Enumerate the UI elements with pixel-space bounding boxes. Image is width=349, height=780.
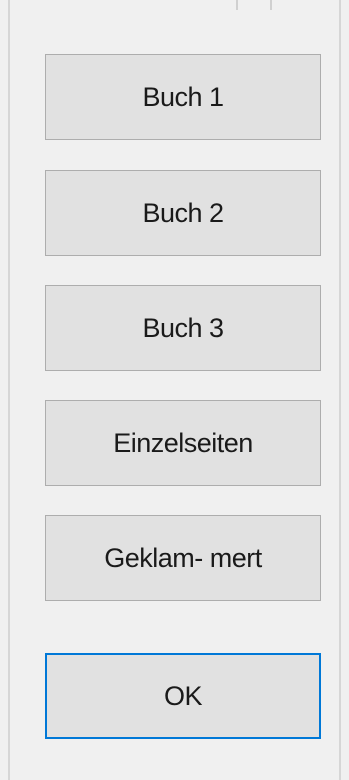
right-border bbox=[339, 0, 341, 780]
left-border bbox=[8, 0, 10, 780]
ok-button[interactable]: OK bbox=[45, 653, 321, 739]
buch-1-button[interactable]: Buch 1 bbox=[45, 54, 321, 140]
buch-2-button[interactable]: Buch 2 bbox=[45, 170, 321, 256]
geklammert-button[interactable]: Geklam- mert bbox=[45, 515, 321, 601]
binding-selection-dialog: Buch 1 Buch 2 Buch 3 Einzelseiten Geklam… bbox=[0, 0, 349, 780]
buch-3-button[interactable]: Buch 3 bbox=[45, 285, 321, 371]
einzelseiten-button[interactable]: Einzelseiten bbox=[45, 400, 321, 486]
top-edge-mark bbox=[270, 0, 272, 10]
top-edge-mark bbox=[236, 0, 238, 10]
